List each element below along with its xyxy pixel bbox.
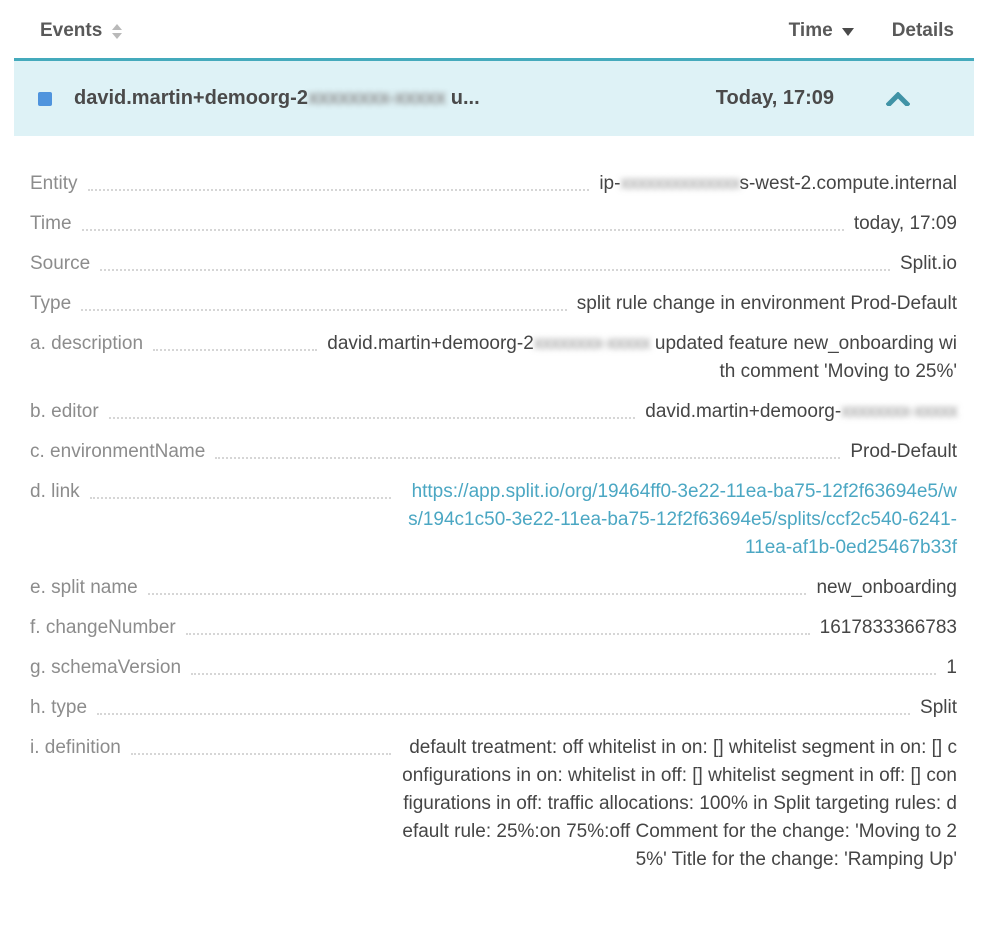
events-column-header[interactable]: Events	[40, 20, 122, 42]
dotted-leader	[215, 438, 840, 459]
redacted-text: xxxxxxxx-xxxxx	[534, 333, 650, 354]
detail-value: david.martin+demoorg-xxxxxxxx-xxxxx	[645, 398, 957, 426]
detail-value: 1	[946, 654, 957, 682]
detail-label: a. description	[30, 330, 143, 358]
detail-row-source: Source Split.io	[30, 250, 957, 278]
dotted-leader	[100, 250, 890, 271]
dotted-leader	[153, 330, 317, 351]
detail-value: ip-xxxxxxxxxxxxxxs-west-2.compute.intern…	[599, 170, 957, 198]
dropdown-arrow-icon	[842, 28, 854, 36]
detail-row-type-h: h. type Split	[30, 694, 957, 722]
event-time: Today, 17:09	[716, 87, 834, 110]
chevron-up-icon	[886, 92, 910, 106]
dotted-leader	[97, 694, 910, 715]
detail-label: e. split name	[30, 574, 138, 602]
event-title: david.martin+demoorg-2xxxxxxxx-xxxxx u..…	[74, 87, 716, 110]
dotted-leader	[148, 574, 807, 595]
collapse-button[interactable]	[886, 92, 910, 106]
detail-value: Split	[920, 694, 957, 722]
detail-label: d. link	[30, 478, 80, 506]
dotted-leader	[191, 654, 936, 675]
detail-value: default treatment: off whitelist in on: …	[401, 734, 957, 874]
event-severity-square-icon	[38, 92, 52, 106]
detail-row-split-name: e. split name new_onboarding	[30, 574, 957, 602]
dotted-leader	[186, 614, 810, 635]
detail-row-entity: Entity ip-xxxxxxxxxxxxxxs-west-2.compute…	[30, 170, 957, 198]
detail-value: david.martin+demoorg-2xxxxxxxx-xxxxx upd…	[327, 330, 957, 386]
redacted-text: xxxxxxxx-xxxxx	[841, 401, 957, 422]
sort-icon	[112, 24, 122, 39]
detail-label: Type	[30, 290, 71, 318]
dotted-leader	[109, 398, 636, 419]
detail-row-change-number: f. changeNumber 1617833366783	[30, 614, 957, 642]
detail-label: Source	[30, 250, 90, 278]
detail-value: split rule change in environment Prod-De…	[577, 290, 957, 318]
detail-value: https://app.split.io/org/19464ff0-3e22-1…	[401, 478, 957, 562]
dotted-leader	[82, 210, 844, 231]
detail-row-description: a. description david.martin+demoorg-2xxx…	[30, 330, 957, 386]
detail-row-editor: b. editor david.martin+demoorg-xxxxxxxx-…	[30, 398, 957, 426]
detail-value: 1617833366783	[820, 614, 957, 642]
detail-row-schema-version: g. schemaVersion 1	[30, 654, 957, 682]
detail-row-type: Type split rule change in environment Pr…	[30, 290, 957, 318]
dotted-leader	[81, 290, 567, 311]
detail-label: i. definition	[30, 734, 121, 762]
dotted-leader	[131, 734, 391, 755]
detail-label: c. environmentName	[30, 438, 205, 466]
redacted-text: xxxxxxxx-xxxxx	[308, 87, 445, 109]
detail-value: Split.io	[900, 250, 957, 278]
dotted-leader	[90, 478, 391, 499]
event-details: Entity ip-xxxxxxxxxxxxxxs-west-2.compute…	[0, 136, 984, 874]
detail-value: new_onboarding	[816, 574, 957, 602]
detail-label: Entity	[30, 170, 78, 198]
detail-row-definition: i. definition default treatment: off whi…	[30, 734, 957, 874]
events-column-label: Events	[40, 20, 102, 42]
dotted-leader	[88, 170, 590, 191]
split-event-link[interactable]: https://app.split.io/org/19464ff0-3e22-1…	[408, 481, 957, 558]
table-header: Events Time Details	[0, 0, 984, 58]
detail-value: Prod-Default	[850, 438, 957, 466]
detail-value: today, 17:09	[854, 210, 957, 238]
time-column-label: Time	[789, 20, 833, 42]
detail-label: Time	[30, 210, 72, 238]
detail-label: b. editor	[30, 398, 99, 426]
event-row[interactable]: david.martin+demoorg-2xxxxxxxx-xxxxx u..…	[14, 58, 974, 136]
detail-row-time: Time today, 17:09	[30, 210, 957, 238]
time-column-header[interactable]: Time	[789, 20, 854, 42]
detail-label: g. schemaVersion	[30, 654, 181, 682]
detail-row-link: d. link https://app.split.io/org/19464ff…	[30, 478, 957, 562]
detail-label: h. type	[30, 694, 87, 722]
details-column-header: Details	[892, 20, 954, 42]
redacted-text: xxxxxxxxxxxxxx	[620, 173, 739, 194]
detail-label: f. changeNumber	[30, 614, 176, 642]
detail-row-environment-name: c. environmentName Prod-Default	[30, 438, 957, 466]
